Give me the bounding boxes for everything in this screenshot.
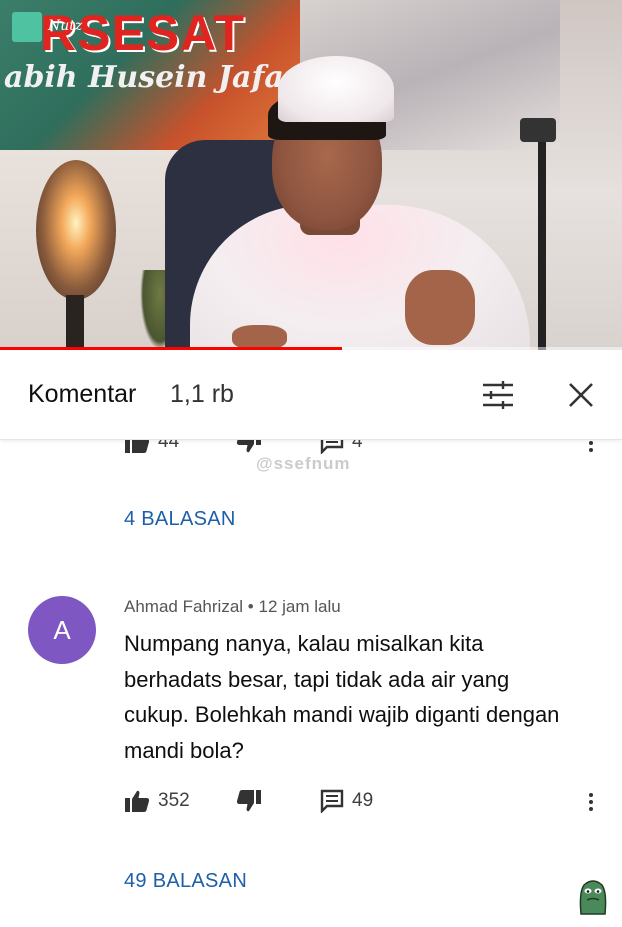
sort-button[interactable]: [478, 375, 518, 415]
more-dot: [589, 807, 593, 811]
more-dot: [589, 441, 593, 445]
like-count: 44: [158, 440, 180, 452]
thumbs-down-icon: [236, 790, 261, 812]
avatar[interactable]: A: [28, 596, 96, 664]
reply-count: 4: [352, 440, 363, 452]
comments-header: Komentar 1,1 rb: [0, 350, 622, 440]
meta-separator: •: [247, 597, 254, 616]
channel-logo-text: Nutz: [48, 18, 83, 34]
comment-meta: Ahmad Fahrizal • 12 jam lalu: [124, 597, 341, 617]
lamp: [36, 160, 116, 300]
banner-subtitle: abih Husein Jafar: [4, 60, 300, 95]
like-count: 352: [158, 790, 190, 811]
comment-time: 12 jam lalu: [258, 597, 341, 616]
camera: [520, 118, 556, 142]
view-replies-link[interactable]: 49 BALASAN: [124, 870, 247, 893]
reply-count: 49: [352, 790, 374, 811]
reply-button[interactable]: 4: [320, 440, 363, 454]
more-dot: [589, 800, 593, 804]
comment-author[interactable]: Ahmad Fahrizal: [124, 597, 243, 616]
video-player[interactable]: RSESAT abih Husein Jafar Nutz: [0, 0, 622, 350]
more-options-button[interactable]: [586, 440, 596, 452]
comments-count: 1,1 rb: [170, 380, 234, 408]
comment-actions: 352 49: [0, 789, 622, 819]
comment-icon: [320, 789, 344, 813]
more-options-button[interactable]: [586, 793, 596, 811]
speaker-hand: [405, 270, 475, 345]
comment-list[interactable]: 44 4 @ssefnum 4 BALASAN A Ahmad Fahrizal: [0, 440, 622, 927]
tune-icon: [483, 381, 513, 409]
thumbs-up-icon: [125, 440, 150, 453]
thumbs-down-icon: [236, 440, 261, 453]
reply-button[interactable]: 49: [320, 789, 373, 813]
background-banner: RSESAT abih Husein Jafar: [0, 0, 300, 150]
close-icon: [569, 383, 593, 407]
speaker-cap: [278, 56, 394, 122]
thumbs-up-icon: [125, 790, 150, 812]
watermark: @ssefnum: [256, 454, 351, 473]
lamp-stand: [66, 295, 84, 350]
comment-icon: [320, 440, 344, 454]
view-replies-link[interactable]: 4 BALASAN: [124, 508, 236, 531]
frog-sticker-icon: [579, 880, 607, 915]
tripod-pole: [538, 120, 546, 350]
more-dot: [589, 448, 593, 452]
close-button[interactable]: [561, 375, 601, 415]
comment-text: Numpang nanya, kalau misalkan kita berha…: [124, 631, 560, 763]
dislike-button[interactable]: [236, 440, 262, 454]
like-button[interactable]: 352: [124, 789, 190, 813]
comments-title: Komentar: [28, 380, 137, 408]
dislike-button[interactable]: [236, 789, 262, 813]
channel-logo-icon: [12, 12, 42, 42]
like-button[interactable]: 44: [124, 440, 179, 454]
more-dot: [589, 793, 593, 797]
